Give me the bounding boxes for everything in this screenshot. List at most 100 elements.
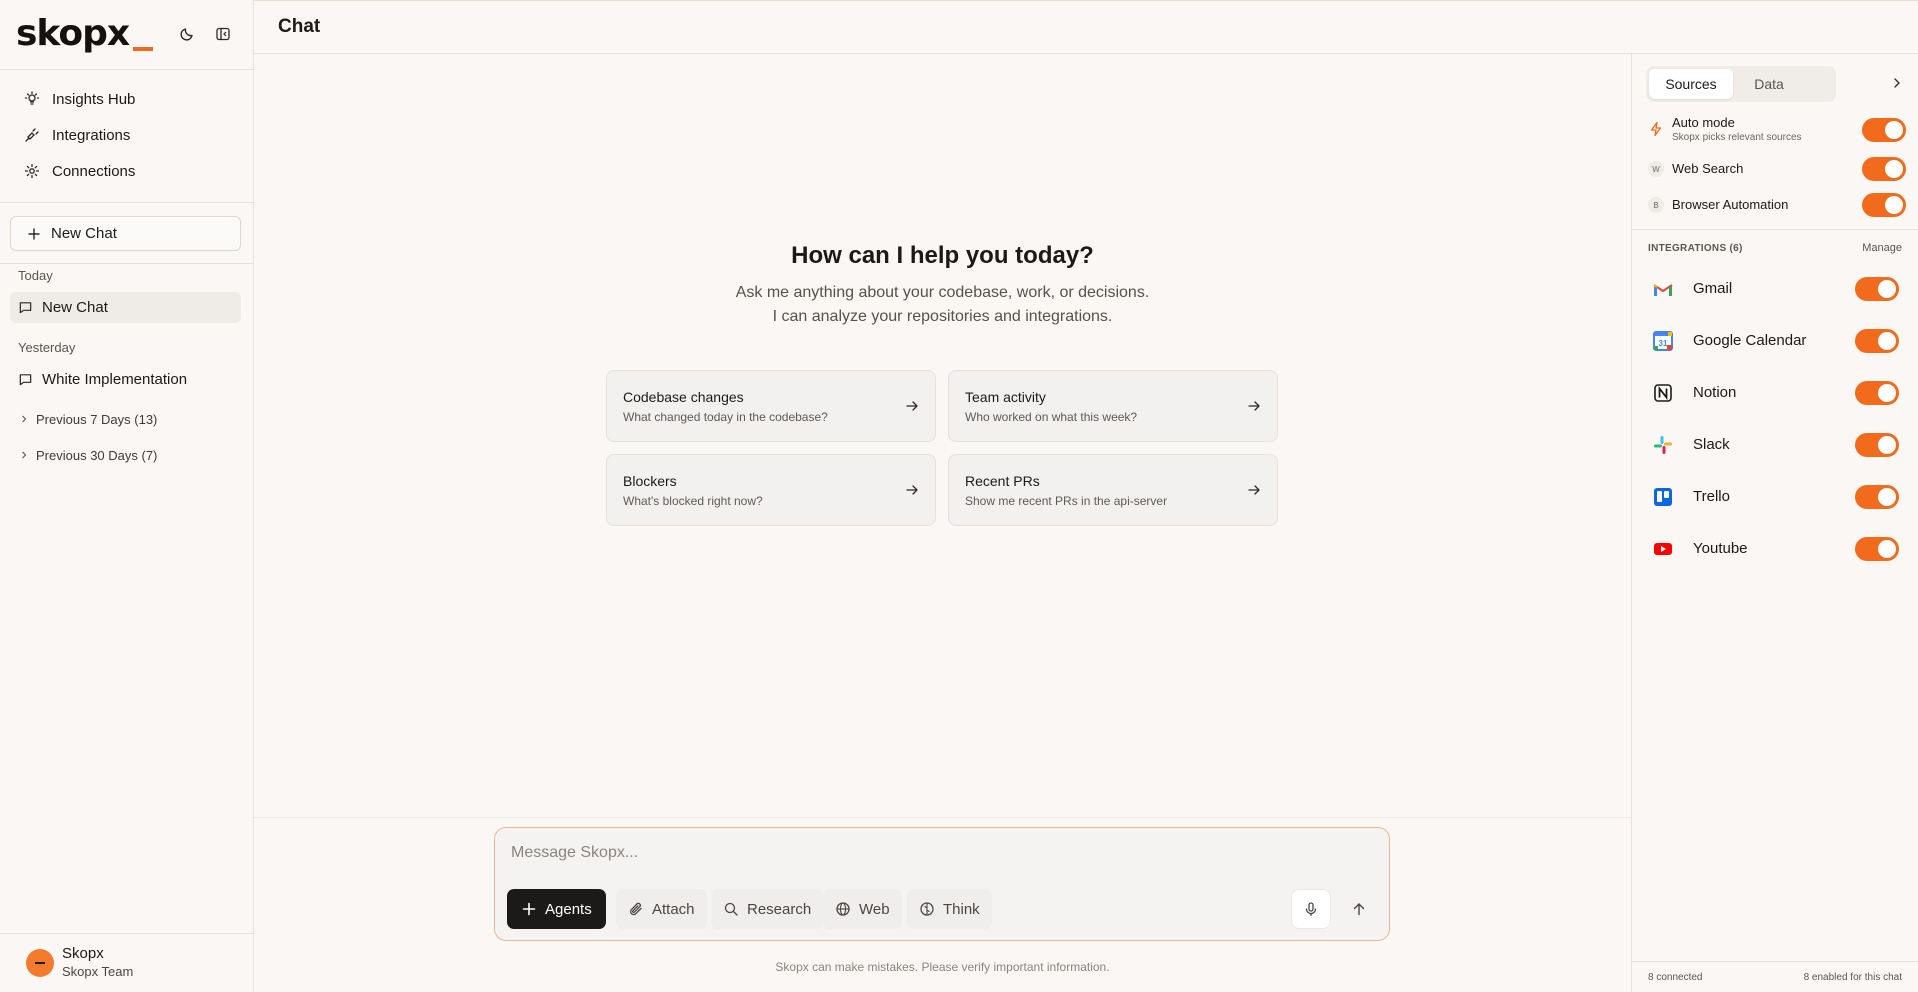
chevron-right-icon <box>22 415 27 423</box>
manage-integrations-link[interactable]: Manage <box>1862 242 1902 254</box>
welcome-subtitle-line-2: I can analyze your repositories and inte… <box>772 308 1113 325</box>
gmail-toggle[interactable] <box>1855 277 1899 301</box>
attach-label: Attach <box>652 900 695 918</box>
chevron-right-icon[interactable] <box>1890 76 1904 90</box>
search-icon <box>724 902 738 916</box>
moon-icon <box>180 28 193 41</box>
think-button[interactable]: Think <box>907 889 992 929</box>
tab-data[interactable]: Data <box>1738 69 1800 99</box>
message-composer: Agents Attach Research Web Think <box>494 827 1390 941</box>
chat-history-item[interactable]: New Chat <box>10 292 241 323</box>
group-label-today: Today <box>18 268 53 283</box>
history-group-previous-7-days[interactable]: Previous 7 Days (13) <box>20 409 157 429</box>
calendar-day-number: 31 <box>1659 339 1668 348</box>
plus-icon <box>522 902 536 916</box>
google-calendar-toggle[interactable] <box>1855 329 1899 353</box>
suggestion-title: Recent PRs <box>965 473 1040 489</box>
page-title: Chat <box>278 16 321 37</box>
chat-main: How can I help you today? Ask me anythin… <box>254 54 1631 992</box>
source-browser-automation: B Browser Automation <box>1648 190 1906 220</box>
lightning-icon <box>1650 121 1662 137</box>
disclaimer-text: Skopx can make mistakes. Please verify i… <box>775 960 1110 974</box>
sidebar-item-connections[interactable]: Connections <box>24 157 135 185</box>
auto-mode-toggle[interactable] <box>1862 118 1906 142</box>
composer-divider <box>254 817 1631 818</box>
history-group-previous-30-days[interactable]: Previous 30 Days (7) <box>20 445 157 465</box>
agents-label: Agents <box>545 900 592 918</box>
connected-count: 8 connected <box>1648 972 1703 983</box>
avatar <box>26 949 54 977</box>
browser-automation-toggle[interactable] <box>1862 193 1906 217</box>
integration-gmail: Gmail <box>1652 274 1899 304</box>
sidebar: skopx Insights Hub Integrations Connecti… <box>0 0 254 992</box>
sidebar-panel-icon <box>216 27 230 41</box>
microphone-icon <box>1305 902 1317 917</box>
integrations-header: INTEGRATIONS (6) <box>1648 243 1743 254</box>
source-web-search: W Web Search <box>1648 154 1906 184</box>
send-button[interactable] <box>1339 889 1379 929</box>
arrow-right-icon <box>906 401 918 411</box>
new-chat-label: New Chat <box>51 225 117 242</box>
voice-input-button[interactable] <box>1291 889 1331 929</box>
web-search-toggle[interactable] <box>1862 157 1906 181</box>
group-label-yesterday: Yesterday <box>18 340 76 355</box>
integration-google-calendar: 31 Google Calendar <box>1652 326 1899 356</box>
think-label: Think <box>943 900 980 918</box>
suggestion-subtitle: What's blocked right now? <box>623 494 763 508</box>
suggestion-title: Codebase changes <box>623 389 744 405</box>
history-group-label: Previous 7 Days (13) <box>36 411 158 427</box>
youtube-toggle[interactable] <box>1855 537 1899 561</box>
suggestion-card-recent-prs[interactable]: Recent PRs Show me recent PRs in the api… <box>948 454 1278 526</box>
attach-button[interactable]: Attach <box>616 889 707 929</box>
web-button[interactable]: Web <box>823 889 902 929</box>
youtube-icon <box>1654 543 1672 555</box>
slack-icon <box>1654 436 1672 454</box>
arrow-right-icon <box>1248 485 1260 495</box>
new-chat-button[interactable]: New Chat <box>10 216 241 251</box>
suggestion-title: Blockers <box>623 473 677 489</box>
collapse-sidebar-button[interactable] <box>211 22 235 46</box>
chat-history-label: New Chat <box>42 299 108 316</box>
suggestion-card-team-activity[interactable]: Team activity Who worked on what this we… <box>948 370 1278 442</box>
brand-cursor-mark <box>133 47 154 51</box>
sidebar-divider <box>0 202 253 203</box>
user-profile[interactable]: Skopx Skopx Team <box>0 933 253 992</box>
message-input[interactable] <box>511 840 1351 866</box>
brain-icon <box>920 902 934 916</box>
suggestion-card-blockers[interactable]: Blockers What's blocked right now? <box>606 454 936 526</box>
trello-toggle[interactable] <box>1855 485 1899 509</box>
globe-icon <box>836 902 850 916</box>
history-group-label: Previous 30 Days (7) <box>36 447 158 463</box>
arrow-right-icon <box>906 485 918 495</box>
tab-sources[interactable]: Sources <box>1649 69 1733 99</box>
page-header: Chat <box>254 0 1918 54</box>
theme-toggle-button[interactable] <box>175 22 199 46</box>
brand-logo[interactable]: skopx <box>16 10 154 58</box>
gmail-icon <box>1653 283 1673 296</box>
arrow-up-icon <box>1353 903 1365 916</box>
notion-toggle[interactable] <box>1855 381 1899 405</box>
panel-footer-divider <box>1632 961 1918 962</box>
sources-panel: Sources Data Auto mode Skopx picks relev… <box>1631 54 1918 992</box>
sidebar-item-insights-hub[interactable]: Insights Hub <box>24 85 135 113</box>
suggestion-title: Team activity <box>965 389 1046 405</box>
integration-label: Slack <box>1693 436 1730 453</box>
chat-history-item[interactable]: White Implementation <box>10 364 241 395</box>
integration-notion: Notion <box>1652 378 1899 408</box>
slack-toggle[interactable] <box>1855 433 1899 457</box>
welcome-subtitle-line-1: Ask me anything about your codebase, wor… <box>735 284 1150 301</box>
sidebar-item-label: Insights Hub <box>52 90 136 108</box>
sidebar-divider <box>0 263 253 264</box>
plus-icon <box>28 227 40 240</box>
sidebar-item-integrations[interactable]: Integrations <box>24 121 130 149</box>
research-label: Research <box>747 900 812 918</box>
agents-button[interactable]: Agents <box>507 889 606 929</box>
suggestion-card-codebase-changes[interactable]: Codebase changes What changed today in t… <box>606 370 936 442</box>
research-button[interactable]: Research <box>711 889 824 929</box>
web-search-badge: W <box>1648 161 1664 177</box>
user-name: Skopx <box>62 945 104 962</box>
source-auto-mode: Auto mode Skopx picks relevant sources <box>1648 115 1906 145</box>
arrow-right-icon <box>1248 401 1260 411</box>
suggestion-subtitle: Who worked on what this week? <box>965 410 1138 424</box>
paperclip-icon <box>629 902 642 916</box>
